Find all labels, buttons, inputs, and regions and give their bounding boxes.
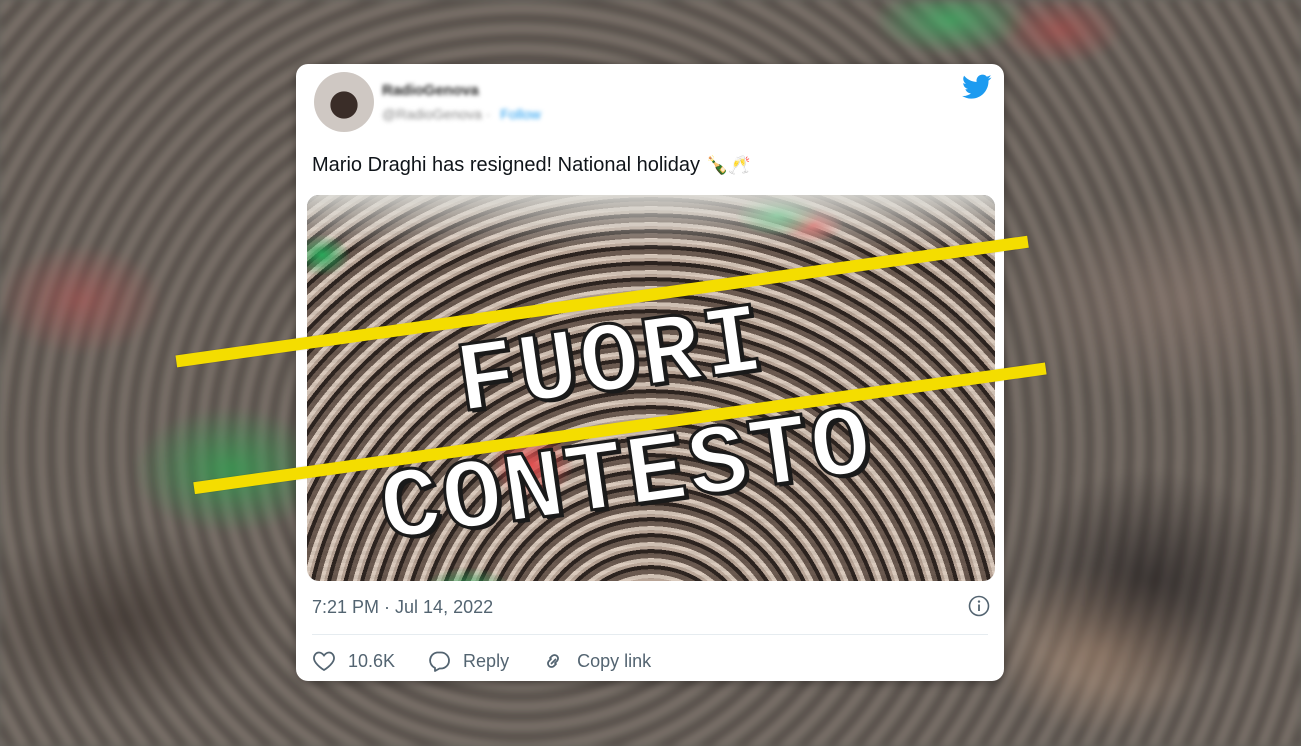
reply-label: Reply [463,650,510,671]
tweet-video[interactable] [307,195,995,581]
heart-icon [313,651,335,672]
reply-icon [429,651,450,672]
avatar[interactable] [314,72,374,132]
likes-count: 10.6K [348,650,396,671]
video-sky [307,195,995,250]
tweet-emoji: 🍾🥂 [706,155,751,175]
tweet-handle[interactable]: @RadioGenova [382,106,482,122]
copy-link-label: Copy link [577,650,652,671]
link-icon [547,654,559,668]
tweet-username[interactable]: RadioGenova [382,82,582,99]
twitter-logo-icon[interactable] [962,74,992,100]
tweet-card: RadioGenova @RadioGenova · Follow Mario … [296,64,1004,681]
tweet-timestamp[interactable]: 7:21 PM · Jul 14, 2022 [312,597,493,618]
copy-link-button[interactable]: Copy link [541,650,651,672]
divider [312,634,988,635]
tweet-handle-row: @RadioGenova · Follow [382,106,541,122]
like-button[interactable]: 10.6K [312,650,395,672]
reply-button[interactable]: Reply [427,650,509,672]
tweet-text-row: Mario Draghi has resigned! National holi… [312,154,751,177]
follow-button[interactable]: Follow [500,106,540,122]
tweet-text: Mario Draghi has resigned! National holi… [312,154,700,176]
info-icon[interactable] [968,595,990,617]
tweet-actions: 10.6K Reply Copy link [312,649,683,673]
